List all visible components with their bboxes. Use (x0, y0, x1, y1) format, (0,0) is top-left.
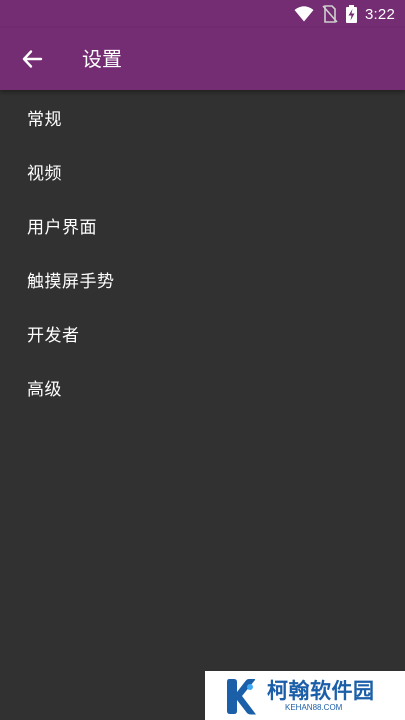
settings-list: 常规 视频 用户界面 触摸屏手势 开发者 高级 (0, 90, 405, 414)
settings-item-general[interactable]: 常规 (0, 90, 405, 144)
status-bar: 3:22 (0, 0, 405, 28)
settings-item-label: 常规 (27, 109, 62, 130)
wifi-icon (294, 6, 314, 22)
settings-screen: 3:22 设置 常规 视频 用户界面 触摸屏手势 开发者 高级 柯翰软件园 KE… (0, 0, 405, 720)
settings-item-developer[interactable]: 开发者 (0, 306, 405, 360)
settings-item-user-interface[interactable]: 用户界面 (0, 198, 405, 252)
settings-item-label: 开发者 (27, 325, 80, 346)
battery-charging-icon (346, 5, 357, 23)
watermark-text: 柯翰软件园 KEHAN88.COM (267, 679, 375, 713)
status-icons: 3:22 (294, 4, 395, 24)
settings-item-advanced[interactable]: 高级 (0, 360, 405, 414)
watermark: 柯翰软件园 KEHAN88.COM (205, 671, 405, 720)
status-time: 3:22 (365, 5, 395, 23)
back-button[interactable] (14, 41, 50, 77)
arrow-left-icon (22, 50, 43, 68)
settings-item-label: 触摸屏手势 (27, 271, 115, 292)
app-bar: 设置 (0, 28, 405, 90)
watermark-subtitle: KEHAN88.COM (285, 702, 343, 712)
settings-item-label: 高级 (27, 379, 62, 400)
settings-item-touch-gestures[interactable]: 触摸屏手势 (0, 252, 405, 306)
kehan-logo-icon (227, 678, 256, 714)
no-sim-icon (322, 5, 338, 23)
page-title: 设置 (82, 47, 122, 71)
watermark-title: 柯翰软件园 (267, 678, 375, 703)
settings-item-video[interactable]: 视频 (0, 144, 405, 198)
settings-item-label: 用户界面 (27, 217, 97, 238)
settings-item-label: 视频 (27, 163, 62, 184)
